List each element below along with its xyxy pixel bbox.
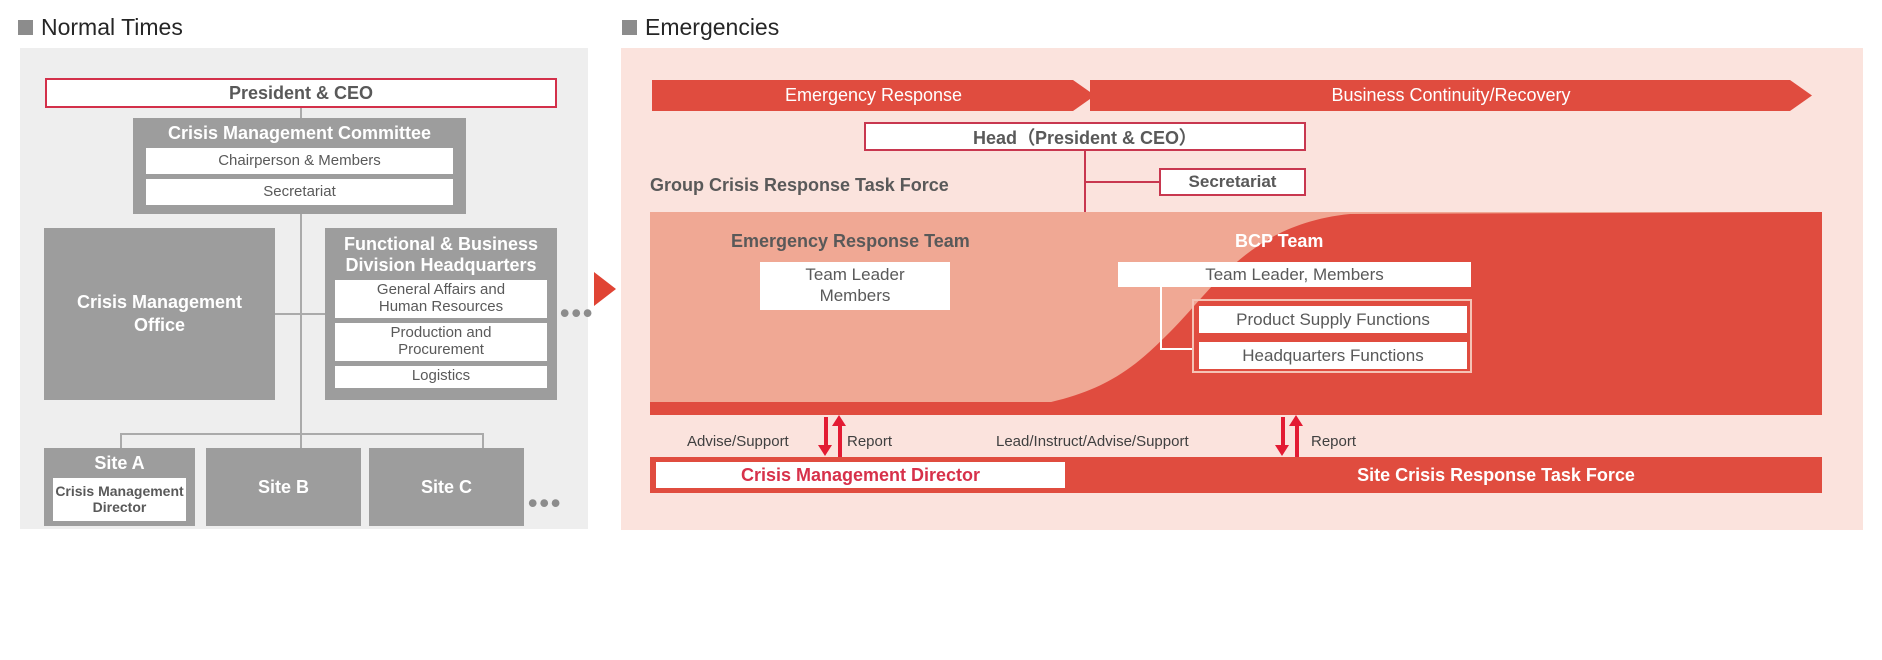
flow-label-report-right: Report: [1311, 433, 1357, 450]
division-row-2-line2: Procurement: [398, 340, 484, 358]
section-heading-normal-times: Normal Times: [18, 14, 183, 41]
site-c-box[interactable]: Site C: [369, 448, 524, 526]
division-headquarters-title: Functional & Business Division Headquart…: [325, 228, 557, 280]
crisis-management-director-label: Crisis Management Director: [740, 464, 981, 485]
bcp-functions-group: Product Supply Functions Headquarters Fu…: [1192, 299, 1472, 373]
connector-to-crisis-office: [275, 313, 301, 315]
connector-head-to-secretariat: [1084, 181, 1161, 183]
site-level-bar: Crisis Management Director Site Crisis R…: [650, 457, 1822, 493]
site-a-role-line2: Director: [92, 498, 147, 515]
division-title-line1: Functional & Business: [343, 234, 539, 254]
arrow-up-left-head-icon: [832, 415, 846, 426]
division-row-2-line1: Production and: [390, 323, 492, 341]
committee-row-chairperson: Chairperson & Members: [146, 148, 453, 174]
crisis-management-office-box[interactable]: Crisis Management Office: [44, 228, 275, 400]
arrow-down-right-head-icon: [1275, 445, 1289, 456]
division-row-logistics: Logistics: [335, 365, 547, 388]
site-a-role-line1: Crisis Management: [55, 482, 184, 499]
arrow-down-right-shaft: [1281, 417, 1285, 446]
connector-site-a-drop: [120, 433, 122, 448]
connector-committee-trunk: [300, 214, 302, 448]
bcp-team-leader-box[interactable]: Team Leader, Members: [1118, 262, 1471, 287]
site-a-box[interactable]: Site A Crisis Management Director: [44, 448, 195, 526]
president-ceo-box[interactable]: President & CEO: [45, 78, 557, 108]
crisis-management-director-box[interactable]: Crisis Management Director: [656, 462, 1065, 488]
section-heading-emergencies: Emergencies: [622, 14, 779, 41]
secretariat-box[interactable]: Secretariat: [1159, 168, 1306, 196]
bcp-function-headquarters[interactable]: Headquarters Functions: [1199, 342, 1467, 369]
phase-banner-2-label: Business Continuity/Recovery: [1331, 85, 1571, 105]
crisis-management-office-line1: Crisis Management: [76, 291, 243, 312]
crisis-management-office-line2: Office: [133, 315, 185, 335]
emergency-response-team-title: Emergency Response Team: [731, 231, 970, 251]
heading-label-emergencies: Emergencies: [645, 14, 780, 40]
sites-row: Site A Crisis Management Director Site B…: [44, 448, 557, 526]
head-president-ceo-box[interactable]: Head（President & CEO）: [864, 122, 1306, 151]
bcp-function-product-supply[interactable]: Product Supply Functions: [1199, 306, 1467, 333]
connector-to-divisions: [301, 313, 326, 315]
committee-row-secretariat: Secretariat: [146, 179, 453, 205]
flow-label-advise-support: Advise/Support: [687, 433, 789, 450]
normal-times-panel: President & CEO Crisis Management Commit…: [20, 48, 592, 529]
ert-line2: Members: [819, 286, 891, 305]
phase-banner-1-label: Emergency Response: [784, 85, 963, 105]
flow-label-lead-instruct: Lead/Instruct/Advise/Support: [996, 433, 1189, 450]
arrow-up-right-head-icon: [1289, 415, 1303, 426]
emergency-response-team-box[interactable]: Team Leader Members: [760, 262, 950, 310]
division-row-1-line1: General Affairs and: [376, 280, 506, 298]
division-title-line2: Division Headquarters: [345, 254, 537, 275]
group-task-force-label: Group Crisis Response Task Force: [650, 175, 949, 195]
task-force-area: Emergency Response Team Team Leader Memb…: [650, 212, 1822, 415]
phase-banner-emergency-response[interactable]: Emergency Response: [652, 80, 1095, 111]
sites-ellipsis-icon: •••: [528, 488, 563, 518]
division-row-general-affairs: General Affairs and Human Resources: [335, 279, 547, 318]
connector-bcp-trunk: [1160, 287, 1162, 349]
site-c-label: Site C: [420, 476, 472, 497]
site-b-box[interactable]: Site B: [206, 448, 361, 526]
division-row-production: Production and Procurement: [335, 322, 547, 361]
diagram-canvas: Normal Times President & CEO Crisis Mana…: [0, 0, 1882, 660]
arrow-down-left-head-icon: [818, 445, 832, 456]
bullet-square-icon: [18, 20, 33, 35]
arrow-down-left-shaft: [824, 417, 828, 446]
division-row-1-line2: Human Resources: [378, 297, 504, 315]
division-ellipsis-icon: •••: [560, 298, 595, 328]
heading-label-normal-times: Normal Times: [41, 14, 183, 40]
flow-label-report-left: Report: [847, 433, 893, 450]
head-label: Head（President & CEO）: [972, 127, 1198, 148]
connector-ceo-to-committee: [300, 108, 302, 118]
transition-arrow-icon: [594, 272, 616, 306]
crisis-management-committee-box[interactable]: Crisis Management Committee Chairperson …: [133, 118, 466, 214]
phase-banner-business-continuity[interactable]: Business Continuity/Recovery: [1090, 80, 1812, 111]
bcp-team-leader-label: Team Leader, Members: [1205, 264, 1384, 284]
emergencies-panel: Emergency Response Business Continuity/R…: [621, 48, 1863, 530]
division-headquarters-box[interactable]: Functional & Business Division Headquart…: [325, 228, 557, 400]
crisis-management-committee-title: Crisis Management Committee: [167, 122, 432, 143]
bullet-square-icon-2: [622, 20, 637, 35]
connector-site-c-drop: [482, 433, 484, 448]
arrow-up-left-shaft: [838, 425, 842, 457]
site-b-label: Site B: [257, 476, 309, 497]
connector-sites-rail: [120, 433, 483, 435]
arrow-up-right-shaft: [1295, 425, 1299, 457]
secretariat-label: Secretariat: [1188, 172, 1277, 191]
site-a-role-box: Crisis Management Director: [53, 478, 186, 521]
site-crisis-response-task-force-label: Site Crisis Response Task Force: [1357, 464, 1635, 485]
president-ceo-label: President & CEO: [228, 82, 374, 103]
bcp-team-title: BCP Team: [1235, 231, 1324, 251]
ert-line1: Team Leader: [805, 265, 905, 285]
connector-bcp-branch: [1160, 348, 1194, 350]
site-a-label: Site A: [94, 453, 145, 473]
